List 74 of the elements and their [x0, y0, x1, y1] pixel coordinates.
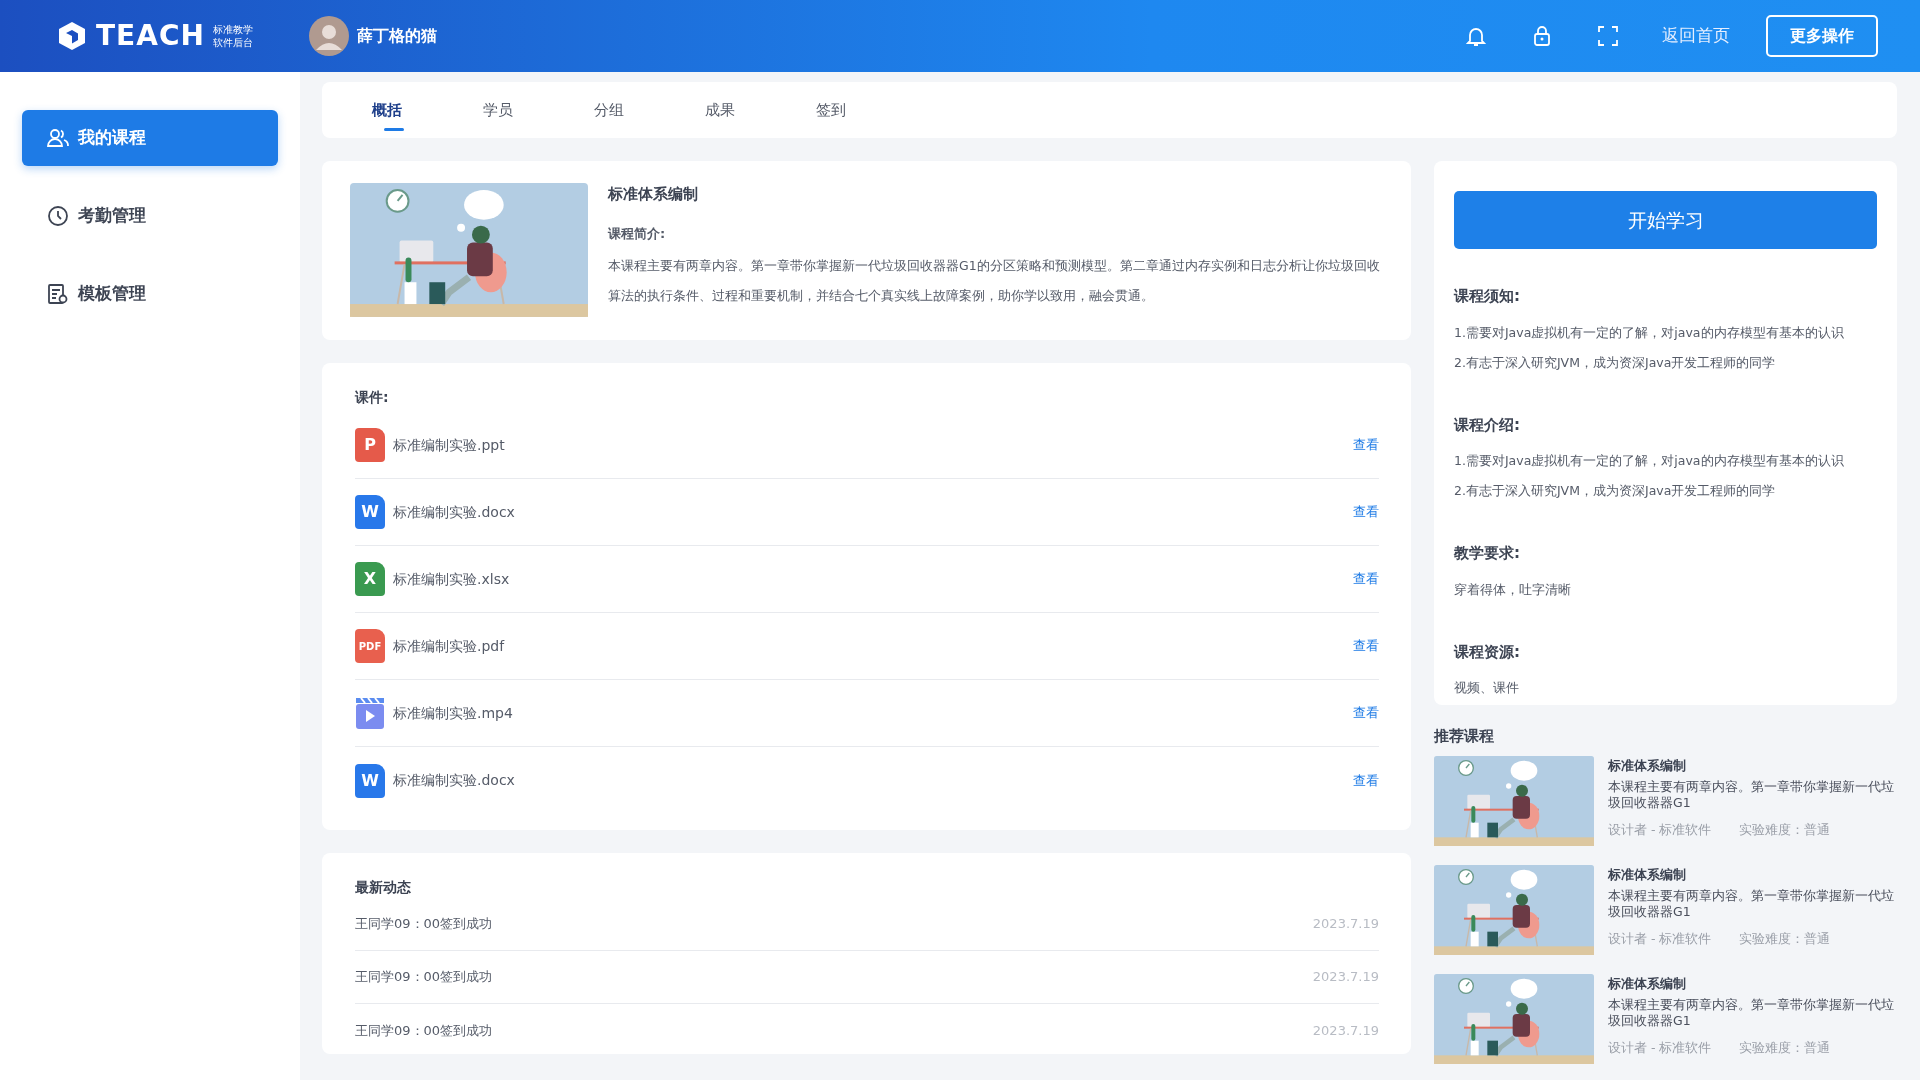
logo-text: TEACH [96, 18, 205, 54]
tab[interactable]: 成果 [693, 82, 804, 138]
user-name[interactable]: 薛丁格的猫 [356, 24, 437, 48]
intro-label: 课程简介: [608, 224, 667, 243]
section-heading: 教学要求: [1454, 543, 1521, 564]
designer-text: 设计者 - 标准软件 [1608, 930, 1712, 948]
file-name: 标准编制实验.ppt [393, 435, 506, 455]
news-text: 王同学09：00签到成功 [355, 915, 493, 934]
difficulty-text: 实验难度：普通 [1739, 1039, 1831, 1057]
logo-subtitle: 标准教学 [212, 23, 253, 36]
pdf-file-icon: PDF [355, 629, 385, 663]
file-name: 标准编制实验.docx [393, 771, 516, 790]
ppt-file-icon: P [355, 428, 385, 462]
logo-icon [56, 20, 88, 52]
section-text: 1.需要对Java虚拟机有一定的了解，对java的内存模型有基本的认识 [1454, 323, 1845, 342]
news-text: 王同学09：00签到成功 [355, 968, 493, 987]
recommended-title: 标准体系编制 [1608, 974, 1687, 993]
video-file-icon [355, 696, 385, 730]
designer-text: 设计者 - 标准软件 [1608, 821, 1712, 839]
tab[interactable]: 签到 [804, 82, 915, 138]
word-file-icon: W [355, 495, 385, 529]
sidebar-item[interactable]: 我的课程 [22, 110, 278, 166]
sidebar-item[interactable]: 考勤管理 [22, 188, 278, 244]
word-file-icon: W [355, 763, 385, 798]
tab[interactable]: 分组 [582, 82, 693, 138]
excel-file-icon: X [355, 562, 385, 596]
tab[interactable]: 学员 [471, 82, 582, 138]
section-heading: 课程资源: [1454, 641, 1521, 663]
recommended-description: 本课程主要有两章内容。第一章带你掌握新一代垃圾回收器器G1 [1608, 888, 1895, 920]
file-name: 标准编制实验.docx [393, 502, 516, 522]
people-icon [46, 126, 70, 150]
recommended-title: 标准体系编制 [1608, 756, 1687, 775]
start-learning-button[interactable]: 开始学习 [1454, 191, 1877, 249]
more-actions-button[interactable]: 更多操作 [1766, 15, 1878, 57]
clock-icon [46, 204, 70, 228]
file-name: 标准编制实验.mp4 [393, 703, 514, 723]
home-link[interactable]: 返回首页 [1662, 23, 1730, 49]
designer-text: 设计者 - 标准软件 [1608, 1039, 1712, 1057]
section-heading: 课程介绍: [1454, 414, 1521, 436]
section-text: 视频、课件 [1454, 679, 1520, 697]
section-heading: 课程须知: [1454, 286, 1521, 307]
view-link[interactable]: 查看 [1353, 636, 1379, 656]
files-heading: 课件: [355, 388, 390, 407]
section-text: 2.有志于深入研究JVM，成为资深Java开发工程师的同学 [1454, 482, 1777, 500]
view-link[interactable]: 查看 [1353, 770, 1379, 791]
view-link[interactable]: 查看 [1353, 435, 1379, 455]
sidebar-item[interactable]: 模板管理 [22, 266, 278, 322]
recommended-heading: 推荐课程 [1434, 726, 1495, 747]
news-date: 2023.7.19 [1312, 1021, 1379, 1040]
difficulty-text: 实验难度：普通 [1739, 821, 1831, 839]
file-name: 标准编制实验.xlsx [393, 569, 511, 589]
difficulty-text: 实验难度：普通 [1739, 930, 1831, 948]
fullscreen-icon[interactable] [1596, 24, 1620, 48]
file-name: 标准编制实验.pdf [393, 636, 506, 656]
news-heading: 最新动态 [355, 878, 412, 897]
recommended-description: 本课程主要有两章内容。第一章带你掌握新一代垃圾回收器器G1 [1608, 997, 1895, 1029]
view-link[interactable]: 查看 [1353, 569, 1379, 589]
section-text: 1.需要对Java虚拟机有一定的了解，对java的内存模型有基本的认识 [1454, 452, 1845, 470]
section-text: 2.有志于深入研究JVM，成为资深Java开发工程师的同学 [1454, 353, 1777, 372]
logo-subtitle: 软件后台 [212, 36, 253, 49]
news-date: 2023.7.19 [1312, 915, 1379, 934]
recommended-description: 本课程主要有两章内容。第一章带你掌握新一代垃圾回收器器G1 [1608, 779, 1895, 811]
avatar-icon[interactable] [308, 16, 349, 56]
document-icon [46, 282, 70, 306]
view-link[interactable]: 查看 [1353, 502, 1379, 522]
news-text: 王同学09：00签到成功 [355, 1021, 493, 1040]
tab[interactable]: 概括 [360, 82, 471, 138]
recommended-title: 标准体系编制 [1608, 865, 1687, 884]
course-description: 本课程主要有两章内容。第一章带你掌握新一代垃圾回收器器G1的分区策略和预测模型。第二章通过内存实例和日志分析让你垃圾回收算法的执行条件、过程和重要机制，并结合七个真实线上故障案例，助你学以致用，融会贯通。 [608, 257, 1381, 305]
view-link[interactable]: 查看 [1353, 703, 1379, 723]
news-date: 2023.7.19 [1312, 968, 1379, 987]
section-text: 穿着得体，吐字清晰 [1454, 580, 1572, 599]
tab-underline [384, 128, 404, 131]
course-title: 标准体系编制 [608, 184, 699, 205]
